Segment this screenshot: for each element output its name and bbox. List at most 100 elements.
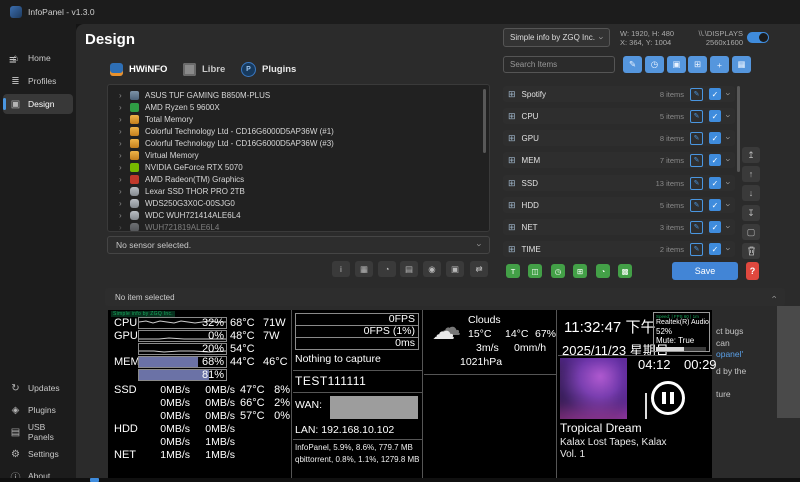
tree-scrollbar[interactable] — [483, 89, 486, 153]
drag-handle-icon[interactable]: ⊞ — [508, 89, 516, 100]
edit-icon[interactable]: ✎ — [690, 243, 703, 256]
drag-handle-icon[interactable]: ⊞ — [508, 244, 516, 255]
edit-icon[interactable]: ✎ — [690, 154, 703, 167]
sensor-tree[interactable]: ›ASUS TUF GAMING B850M-PLUS ›AMD Ryzen 5… — [107, 84, 490, 232]
image-tool-button[interactable]: ▣ — [446, 261, 464, 277]
chevron-right-icon[interactable]: › — [119, 151, 124, 160]
delete-button[interactable] — [742, 243, 760, 259]
edit-icon[interactable]: ✎ — [690, 199, 703, 212]
tab-libre[interactable]: Libre — [183, 60, 225, 78]
tree-item[interactable]: ›Colorful Technology Ltd - CD16G6000D5AP… — [108, 125, 489, 137]
save-button[interactable]: Save — [672, 262, 738, 280]
group-checkbox[interactable]: ✓ — [709, 199, 721, 211]
group-checkbox[interactable]: ✓ — [709, 154, 721, 166]
chevron-down-icon[interactable]: › — [724, 182, 734, 185]
background-link[interactable]: opanel' — [716, 349, 743, 359]
table-tool-button[interactable]: ▤ — [400, 261, 418, 277]
pie-tool-button[interactable]: ◔ — [378, 261, 396, 277]
taskbar-app-icon[interactable] — [90, 478, 99, 482]
chevron-right-icon[interactable]: › — [119, 199, 124, 208]
pause-button[interactable] — [651, 381, 685, 415]
drag-handle-icon[interactable]: ⊞ — [508, 111, 516, 122]
tree-item[interactable]: ›Lexar SSD THOR PRO 2TB — [108, 185, 489, 197]
display-toggle[interactable] — [747, 32, 769, 43]
tab-plugins[interactable]: P Plugins — [241, 60, 296, 78]
green-text-button[interactable]: T — [506, 264, 520, 278]
tree-item[interactable]: ›WDS250G3X0C-00SJG0 — [108, 197, 489, 209]
chevron-up-icon[interactable]: › — [769, 296, 779, 299]
move-to-top-button[interactable]: ↥ — [742, 147, 760, 163]
chevron-right-icon[interactable]: › — [119, 103, 124, 112]
group-row-cpu[interactable]: ⊞CPU5 items✎✓› — [503, 108, 735, 124]
group-checkbox[interactable]: ✓ — [709, 110, 721, 122]
edit-icon[interactable]: ✎ — [690, 177, 703, 190]
group-row-gpu[interactable]: ⊞GPU8 items✎✓› — [503, 130, 735, 146]
group-checkbox[interactable]: ✓ — [709, 88, 721, 100]
drag-handle-icon[interactable]: ⊞ — [508, 200, 516, 211]
sidebar-item-design[interactable]: ▣ Design — [3, 94, 73, 114]
selection-bar[interactable]: No item selected › — [105, 288, 785, 306]
green-grid-button[interactable]: ▩ — [618, 264, 632, 278]
edit-icon[interactable]: ✎ — [690, 88, 703, 101]
tree-item[interactable]: ›WDC WUH721414ALE6L4 — [108, 209, 489, 221]
add-image-button[interactable]: ▣ — [667, 56, 686, 73]
chevron-right-icon[interactable]: › — [119, 187, 124, 196]
group-row-time[interactable]: ⊞TIME2 items✎✓› — [503, 241, 735, 257]
chevron-down-icon[interactable]: › — [724, 248, 734, 251]
tree-item[interactable]: ›AMD Ryzen 5 9600X — [108, 101, 489, 113]
sidebar-item-home[interactable]: ⌂ Home — [3, 48, 73, 68]
chevron-right-icon[interactable]: › — [119, 127, 124, 136]
edit-icon[interactable]: ✎ — [690, 132, 703, 145]
info-tool-button[interactable]: i — [332, 261, 350, 277]
green-clock-button[interactable]: ◷ — [551, 264, 565, 278]
sidebar-item-plugins[interactable]: ◈ Plugins — [3, 400, 73, 420]
group-checkbox[interactable]: ✓ — [709, 132, 721, 144]
tree-item[interactable]: ›AMD Radeon(TM) Graphics — [108, 173, 489, 185]
tree-item[interactable]: ›Total Memory — [108, 113, 489, 125]
sidebar-item-usb-panels[interactable]: ▤ USB Panels — [3, 422, 73, 442]
tree-item[interactable]: ›WUH721819ALE6L4 — [108, 221, 489, 232]
gauge-tool-button[interactable]: ◉ — [423, 261, 441, 277]
add-clock-button[interactable]: ◷ — [645, 56, 664, 73]
group-scrollbar[interactable] — [737, 86, 740, 172]
sidebar-item-updates[interactable]: ↻ Updates — [3, 378, 73, 398]
group-checkbox[interactable]: ✓ — [709, 177, 721, 189]
chevron-down-icon[interactable]: › — [724, 115, 734, 118]
tab-hwinfo[interactable]: HWiNFO — [110, 60, 167, 78]
chevron-right-icon[interactable]: › — [119, 211, 124, 220]
group-row-ssd[interactable]: ⊞SSD13 items✎✓› — [503, 175, 735, 191]
sidebar-item-profiles[interactable]: ≣ Profiles — [3, 71, 73, 91]
bar-chart-tool-button[interactable]: ▦ — [355, 261, 373, 277]
chevron-down-icon[interactable]: › — [724, 93, 734, 96]
chevron-right-icon[interactable]: › — [119, 175, 124, 184]
move-to-bottom-button[interactable]: ↧ — [742, 205, 760, 221]
chevron-down-icon[interactable]: › — [724, 204, 734, 207]
chevron-down-icon[interactable]: › — [724, 226, 734, 229]
tree-item[interactable]: ›Colorful Technology Ltd - CD16G6000D5AP… — [108, 137, 489, 149]
swap-tool-button[interactable]: ⇄ — [470, 261, 488, 277]
grid-button[interactable]: ▦ — [732, 56, 751, 73]
panel-preview[interactable]: Simple info by ZGQ Inc. CPU 32% 68°C 71W… — [108, 310, 712, 478]
group-checkbox[interactable]: ✓ — [709, 221, 721, 233]
move-up-button[interactable]: ↑ — [742, 166, 760, 182]
group-row-net[interactable]: ⊞NET3 items✎✓› — [503, 219, 735, 235]
search-input[interactable] — [503, 56, 615, 73]
add-text-button[interactable]: ✎ — [623, 56, 642, 73]
add-shape-button[interactable]: ⊞ — [688, 56, 707, 73]
group-row-spotify[interactable]: ⊞Spotify8 items✎✓› — [503, 86, 735, 102]
tree-item[interactable]: ›NVIDIA GeForce RTX 5070 — [108, 161, 489, 173]
group-row-mem[interactable]: ⊞MEM7 items✎✓› — [503, 152, 735, 168]
chevron-right-icon[interactable]: › — [119, 139, 124, 148]
drag-handle-icon[interactable]: ⊞ — [508, 178, 516, 189]
edit-icon[interactable]: ✎ — [690, 110, 703, 123]
drag-handle-icon[interactable]: ⊞ — [508, 222, 516, 233]
chevron-right-icon[interactable]: › — [119, 163, 124, 172]
help-button[interactable]: ? — [746, 262, 759, 280]
green-image-button[interactable]: ⊞ — [573, 264, 587, 278]
green-bar-button[interactable]: ◫ — [528, 264, 542, 278]
drag-handle-icon[interactable]: ⊞ — [508, 155, 516, 166]
tree-item[interactable]: ›ASUS TUF GAMING B850M-PLUS — [108, 89, 489, 101]
green-chart-button[interactable]: ◔ — [596, 264, 610, 278]
tree-item[interactable]: ›Virtual Memory — [108, 149, 489, 161]
chevron-right-icon[interactable]: › — [119, 115, 124, 124]
